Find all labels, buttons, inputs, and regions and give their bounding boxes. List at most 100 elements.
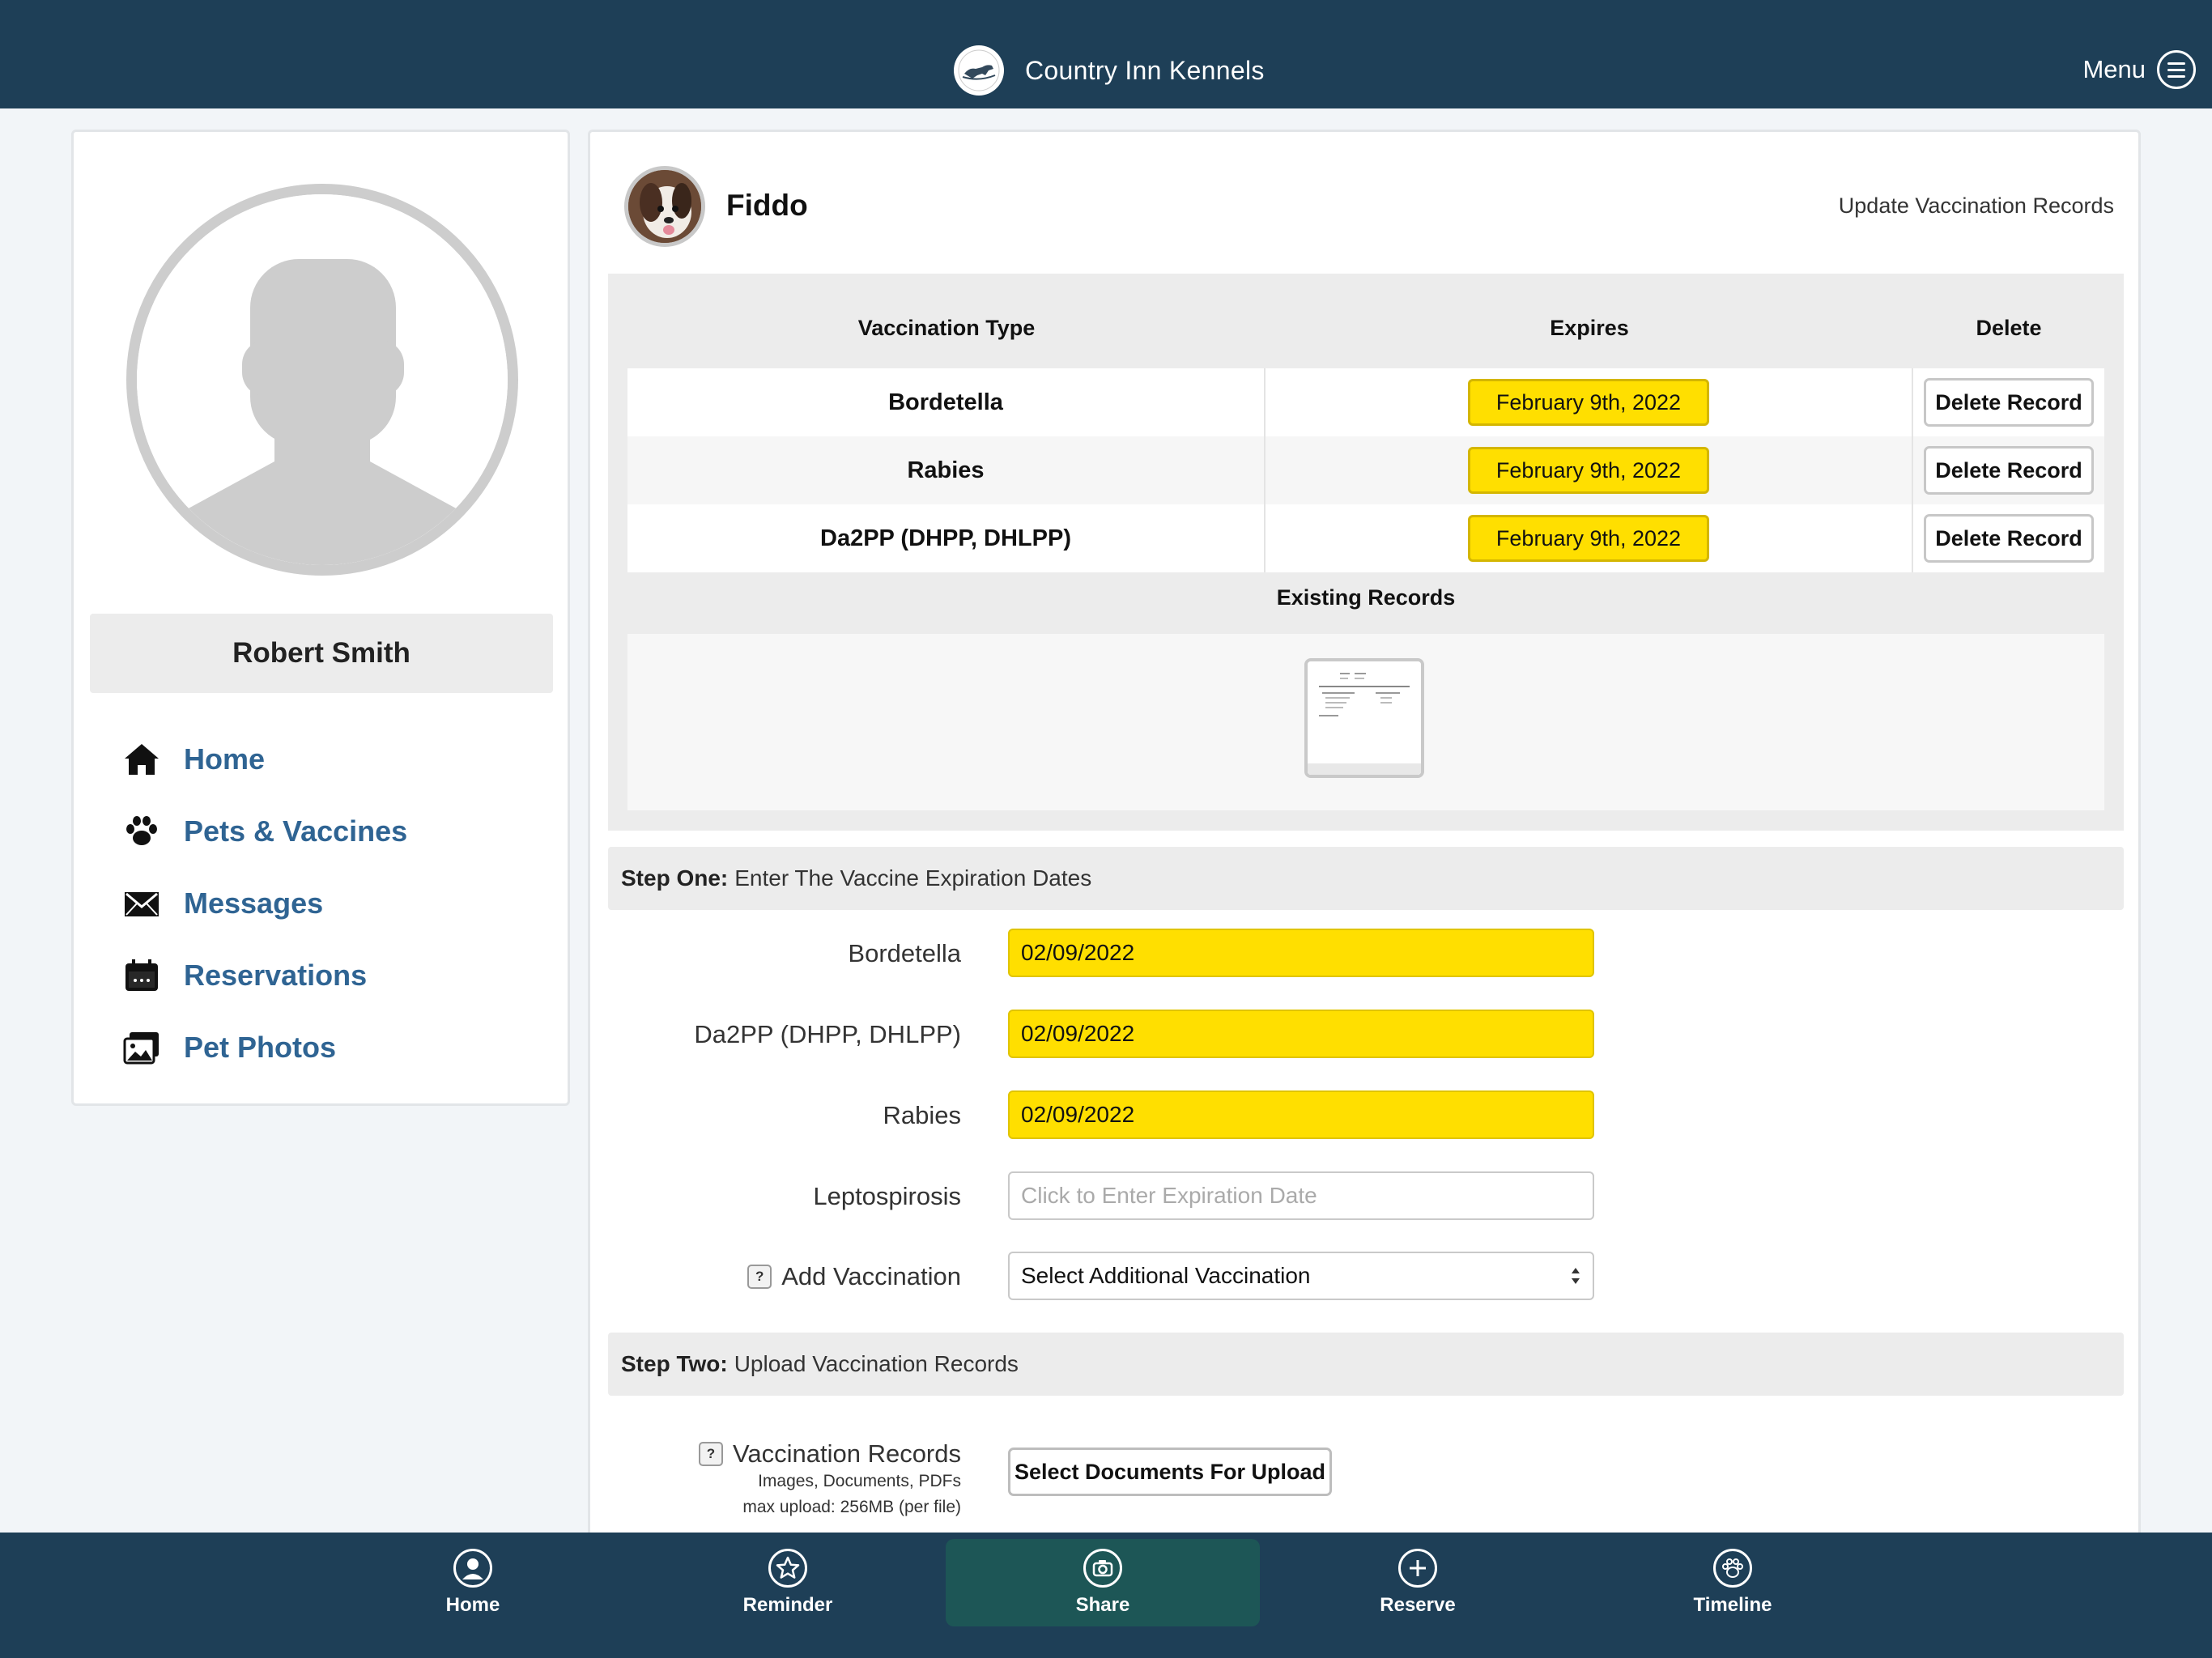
sidebar-item-home[interactable]: Home	[122, 723, 407, 795]
tab-share[interactable]: Share	[946, 1539, 1260, 1626]
pet-name: Fiddo	[726, 189, 808, 222]
form-row-add-vaccination: ? Add Vaccination Select Additional Vacc…	[590, 1252, 2129, 1302]
vaccination-panel: Fiddo Update Vaccination Records Vaccina…	[588, 130, 2141, 1538]
vaccination-type-cell: Da2PP (DHPP, DHLPP)	[627, 504, 1266, 572]
camera-icon	[1083, 1549, 1122, 1588]
rabies-date-input[interactable]	[1008, 1090, 1594, 1139]
select-arrows-icon	[1570, 1265, 1581, 1287]
table-row: Da2PP (DHPP, DHLPP) February 9th, 2022 D…	[627, 504, 2104, 572]
pet-avatar	[624, 166, 705, 247]
kennel-logo-icon	[954, 45, 1004, 96]
column-header-type: Vaccination Type	[857, 316, 1036, 340]
sidebar-item-pet-photos[interactable]: Pet Photos	[122, 1011, 407, 1083]
tab-label: Reminder	[742, 1594, 833, 1616]
menu-label: Menu	[2082, 55, 2146, 83]
tab-label: Timeline	[1693, 1594, 1772, 1616]
delete-record-button[interactable]: Delete Record	[1924, 514, 2094, 563]
tab-label: Share	[1075, 1594, 1130, 1616]
table-row: Bordetella February 9th, 2022 Delete Rec…	[627, 368, 2104, 436]
step-two-text: Upload Vaccination Records	[734, 1351, 1019, 1376]
field-label: Vaccination Records	[732, 1439, 961, 1468]
photos-icon	[122, 1028, 161, 1067]
tab-timeline[interactable]: Timeline	[1576, 1539, 1890, 1626]
additional-vaccination-select[interactable]: Select Additional Vaccination	[1008, 1252, 1594, 1300]
step-two-header: Step Two: Upload Vaccination Records	[608, 1333, 2124, 1396]
da2pp-date-input[interactable]	[1008, 1010, 1594, 1058]
select-value: Select Additional Vaccination	[1021, 1263, 1311, 1288]
paw-icon	[122, 812, 161, 851]
sidebar-item-pets-vaccines[interactable]: Pets & Vaccines	[122, 795, 407, 867]
select-documents-button[interactable]: Select Documents For Upload	[1008, 1448, 1332, 1496]
upload-note-types: Images, Documents, PDFs	[758, 1472, 961, 1490]
add-vaccination-label-group: ? Add Vaccination	[747, 1252, 961, 1302]
top-bar: Country Inn Kennels Menu	[0, 0, 2212, 108]
calendar-icon	[122, 956, 161, 995]
person-circle-icon	[453, 1549, 492, 1588]
column-header-delete: Delete	[1976, 316, 2042, 340]
step-one-text: Enter The Vaccine Expiration Dates	[734, 865, 1092, 891]
tab-label: Reserve	[1380, 1594, 1456, 1616]
profile-sidebar: Robert Smith Home Pets & Vaccines Messag…	[71, 130, 570, 1106]
plus-circle-icon	[1398, 1549, 1437, 1588]
menu-button[interactable]: Menu	[2082, 49, 2196, 91]
table-row: Rabies February 9th, 2022 Delete Record	[627, 436, 2104, 504]
help-icon[interactable]: ?	[698, 1442, 723, 1466]
sidebar-nav: Home Pets & Vaccines Messages Reservatio…	[122, 723, 407, 1083]
step-one-header: Step One: Enter The Vaccine Expiration D…	[608, 847, 2124, 910]
tab-reminder[interactable]: Reminder	[631, 1539, 945, 1626]
bordetella-date-input[interactable]	[1008, 929, 1594, 977]
form-row-leptospirosis: Leptospirosis	[590, 1171, 2129, 1222]
expiration-date-badge: February 9th, 2022	[1468, 447, 1709, 494]
existing-records-area	[627, 634, 2104, 810]
field-label: Add Vaccination	[781, 1262, 961, 1290]
upload-note-max-size: max upload: 256MB (per file)	[742, 1498, 961, 1516]
envelope-icon	[122, 884, 161, 923]
sidebar-item-reservations[interactable]: Reservations	[122, 939, 407, 1011]
brand[interactable]: Country Inn Kennels	[954, 44, 1265, 97]
existing-records-title: Existing Records	[1276, 585, 1456, 610]
house-icon	[122, 740, 161, 779]
column-header-expires: Expires	[1550, 316, 1629, 340]
delete-cell: Delete Record	[1913, 368, 2104, 436]
paw-circle-icon	[1713, 1549, 1752, 1588]
sidebar-item-label: Messages	[184, 886, 324, 920]
vaccination-type-cell: Rabies	[627, 436, 1266, 504]
expiration-date-badge: February 9th, 2022	[1468, 515, 1709, 562]
user-name: Robert Smith	[90, 614, 553, 693]
document-thumbnail[interactable]	[1304, 658, 1424, 778]
form-row-da2pp: Da2PP (DHPP, DHLPP)	[590, 1010, 2129, 1060]
sidebar-item-label: Pet Photos	[184, 1030, 337, 1064]
star-icon	[768, 1549, 807, 1588]
help-icon[interactable]: ?	[747, 1265, 772, 1289]
form-row-bordetella: Bordetella	[590, 929, 2129, 979]
sidebar-item-messages[interactable]: Messages	[122, 867, 407, 939]
field-label: Bordetella	[848, 939, 961, 967]
delete-record-button[interactable]: Delete Record	[1924, 378, 2094, 427]
sidebar-item-label: Home	[184, 742, 266, 776]
expires-cell: February 9th, 2022	[1266, 368, 1913, 436]
delete-cell: Delete Record	[1913, 504, 2104, 572]
hamburger-icon	[2157, 50, 2196, 89]
expires-cell: February 9th, 2022	[1266, 504, 1913, 572]
vaccination-type-cell: Bordetella	[627, 368, 1266, 436]
tab-home[interactable]: Home	[316, 1539, 630, 1626]
update-vaccination-records-link[interactable]: Update Vaccination Records	[1839, 193, 2114, 219]
delete-record-button[interactable]: Delete Record	[1924, 446, 2094, 495]
step-one-label: Step One:	[621, 865, 729, 891]
expires-cell: February 9th, 2022	[1266, 436, 1913, 504]
field-label: Leptospirosis	[813, 1182, 961, 1210]
sidebar-item-label: Reservations	[184, 958, 368, 992]
sidebar-item-label: Pets & Vaccines	[184, 814, 408, 848]
form-row-upload: ? Vaccination Records Images, Documents,…	[590, 1439, 2129, 1516]
vaccination-records-table: Vaccination Type Expires Delete Bordetel…	[608, 274, 2124, 831]
user-avatar	[126, 184, 518, 576]
leptospirosis-date-input[interactable]	[1008, 1171, 1594, 1220]
field-label: Da2PP (DHPP, DHLPP)	[694, 1020, 961, 1048]
tab-label: Home	[445, 1594, 500, 1616]
app-title: Country Inn Kennels	[1025, 55, 1265, 85]
vaccination-records-label-group: ? Vaccination Records	[698, 1435, 961, 1473]
tab-reserve[interactable]: Reserve	[1261, 1539, 1575, 1626]
step-two-label: Step Two:	[621, 1351, 728, 1376]
field-label: Rabies	[883, 1101, 962, 1129]
expiration-date-badge: February 9th, 2022	[1468, 379, 1709, 426]
